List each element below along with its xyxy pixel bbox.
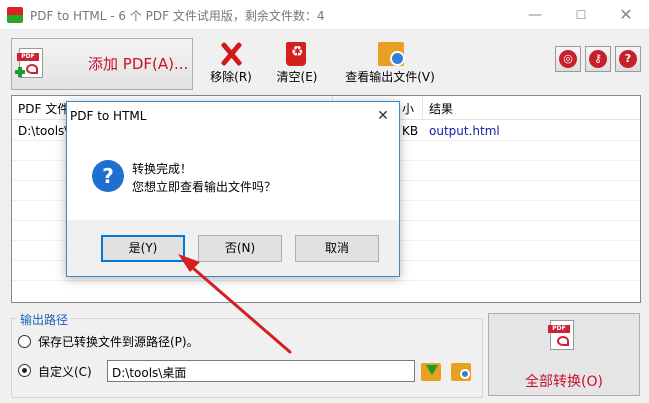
annotation-arrow [178,254,292,354]
app-window: PDF to HTML - 6 个 PDF 文件试用版，剩余文件数：4 — ☐ … [0,0,649,403]
